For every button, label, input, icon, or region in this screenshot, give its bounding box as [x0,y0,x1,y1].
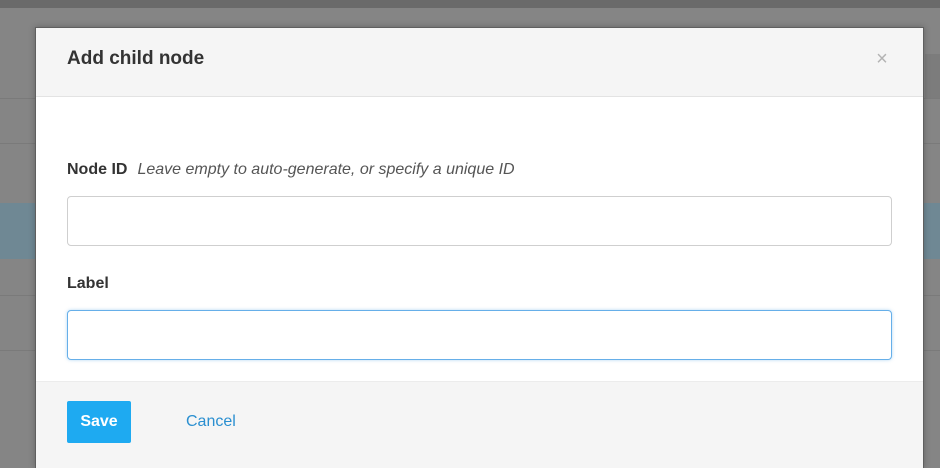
dialog-body: Node ID Leave empty to auto-generate, or … [36,97,923,381]
background-partial-control [925,54,940,98]
node-id-label: Node ID [67,161,128,178]
dialog-header: Add child node × [36,28,923,97]
node-id-input[interactable] [67,196,892,246]
dialog-footer: Save Cancel [36,381,923,468]
background-topbar [0,0,940,8]
node-id-label-row: Node ID Leave empty to auto-generate, or … [67,161,515,179]
close-icon[interactable]: × [873,49,891,69]
cancel-link[interactable]: Cancel [186,413,236,431]
add-child-node-dialog: Add child node × Node ID Leave empty to a… [35,27,924,468]
label-input[interactable] [67,310,892,360]
label-label-row: Label [67,275,109,293]
node-id-hint: Leave empty to auto-generate, or specify… [137,161,515,178]
label-field-label: Label [67,275,109,292]
dialog-title: Add child node [67,48,205,69]
save-button[interactable]: Save [67,401,131,443]
